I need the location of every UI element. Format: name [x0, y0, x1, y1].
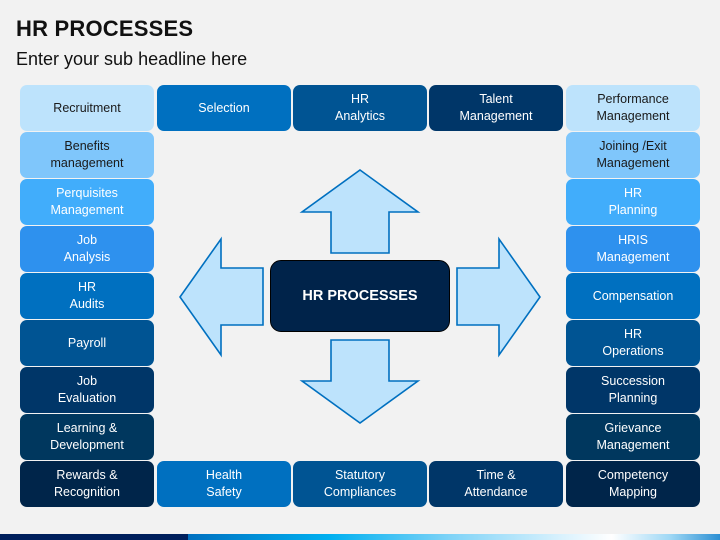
process-box-compensation: Compensation — [566, 273, 700, 319]
process-box-rewards-recognition: Rewards & Recognition — [20, 461, 154, 507]
process-box-job-evaluation: Job Evaluation — [20, 367, 154, 413]
process-box-statutory-compliances: Statutory Compliances — [293, 461, 427, 507]
arrow-left-icon — [179, 236, 264, 358]
arrow-right-icon — [456, 236, 541, 358]
process-box-selection: Selection — [157, 85, 291, 131]
process-box-competency-mapping: Competency Mapping — [566, 461, 700, 507]
process-box-hr-audits: HR Audits — [20, 273, 154, 319]
process-box-grievance-management: Grievance Management — [566, 414, 700, 460]
process-box-payroll: Payroll — [20, 320, 154, 366]
process-box-performance-management: Performance Management — [566, 85, 700, 131]
process-box-recruitment: Recruitment — [20, 85, 154, 131]
process-box-job-analysis: Job Analysis — [20, 226, 154, 272]
arrow-up-icon — [299, 169, 421, 254]
page-subtitle: Enter your sub headline here — [16, 49, 248, 69]
process-box-joining-exit-management: Joining /Exit Management — [566, 132, 700, 178]
process-box-hr-operations: HR Operations — [566, 320, 700, 366]
process-box-perquisites-management: Perquisites Management — [20, 179, 154, 225]
center-hr-processes: HR PROCESSES — [270, 260, 450, 332]
process-box-hr-analytics: HR Analytics — [293, 85, 427, 131]
process-box-hris-management: HRIS Management — [566, 226, 700, 272]
process-box-time-attendance: Time & Attendance — [429, 461, 563, 507]
footer-gradient-bar — [0, 534, 720, 540]
process-box-succession-planning: Succession Planning — [566, 367, 700, 413]
process-box-benefits-management: Benefits management — [20, 132, 154, 178]
arrow-down-icon — [299, 339, 421, 424]
process-box-hr-planning: HR Planning — [566, 179, 700, 225]
process-box-talent-management: Talent Management — [429, 85, 563, 131]
process-box-health-safety: Health Safety — [157, 461, 291, 507]
process-box-learning-development: Learning & Development — [20, 414, 154, 460]
page-title: HR PROCESSES — [16, 16, 194, 41]
